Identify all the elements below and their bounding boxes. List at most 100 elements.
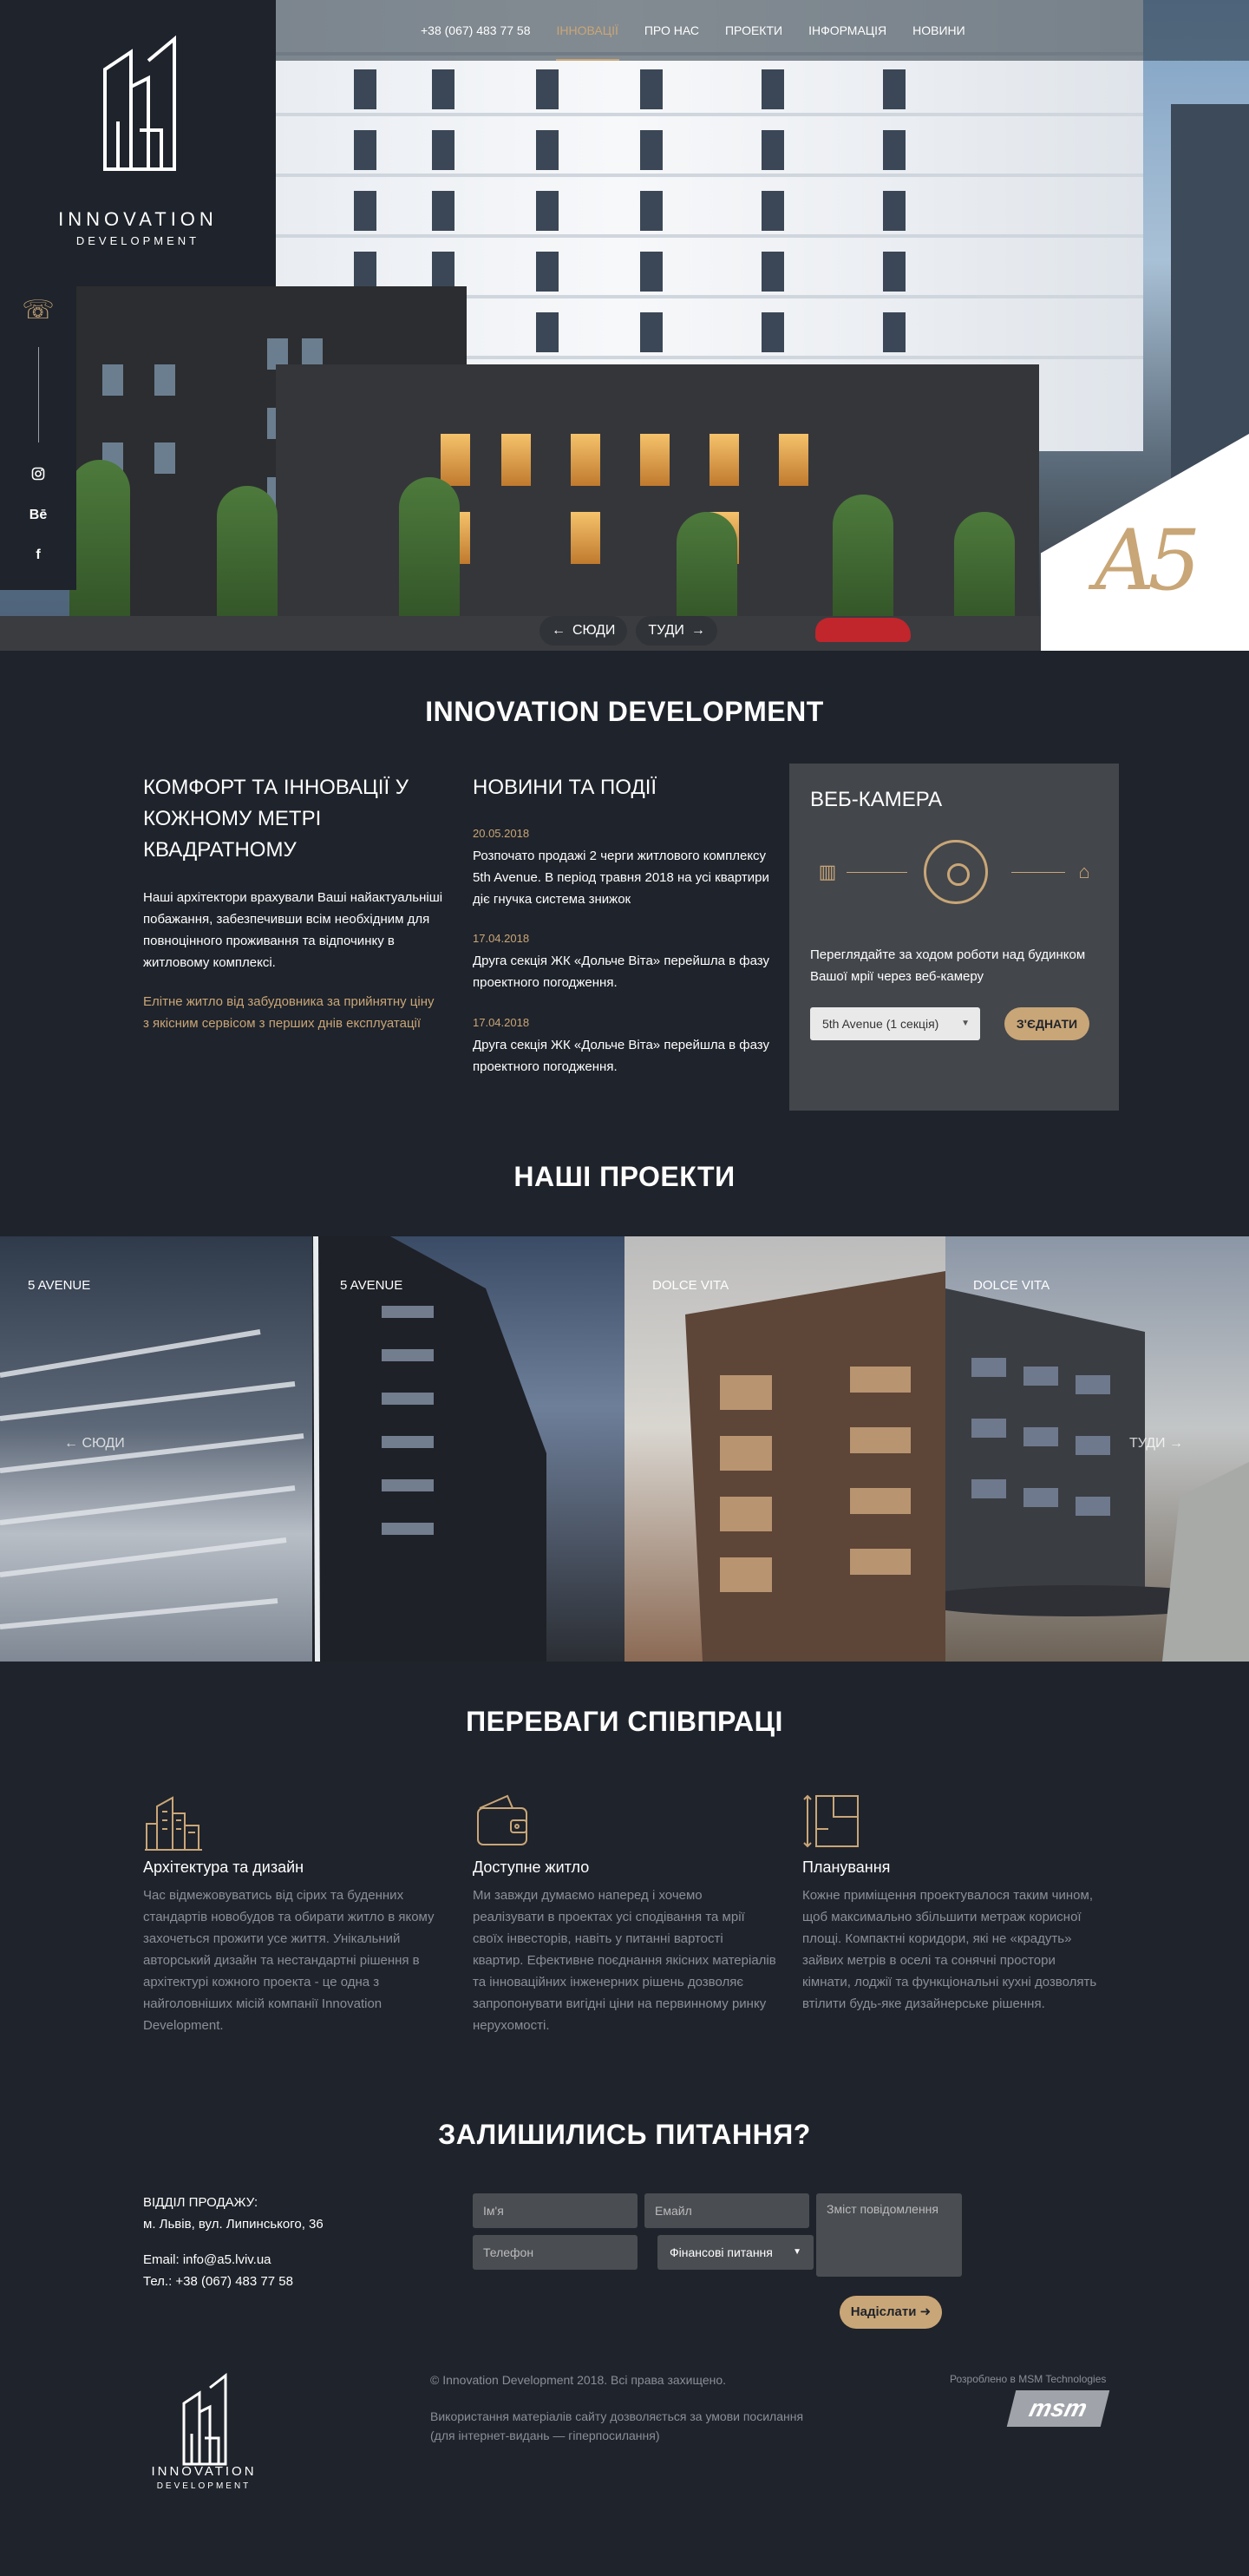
name-input[interactable]: Ім'я bbox=[473, 2193, 638, 2228]
side-rail: ☏ Bē f bbox=[0, 286, 76, 590]
send-button[interactable]: Надіслати ➜ bbox=[840, 2296, 942, 2329]
send-label: Надіслати bbox=[850, 2304, 917, 2319]
logo-name: INNOVATION bbox=[58, 208, 218, 230]
instagram-icon[interactable] bbox=[28, 463, 49, 484]
projects-prev-label: СЮДИ bbox=[82, 1436, 125, 1451]
projects-next-label: ТУДИ bbox=[1129, 1436, 1166, 1451]
topic-select-value: Фінансові питання bbox=[670, 2245, 773, 2259]
project-card[interactable]: DOLCE VITA bbox=[945, 1236, 1249, 1662]
hero-slider-controls: ← СЮДИ ТУДИ → bbox=[539, 616, 717, 646]
project-card[interactable]: 5 AVENUE bbox=[0, 1236, 312, 1662]
webcam-text: Переглядайте за ходом роботи над будинко… bbox=[810, 947, 1086, 984]
news-date: 20.05.2018 bbox=[473, 827, 530, 840]
nav-item-innovations[interactable]: ІННОВАЦІЇ bbox=[544, 0, 631, 61]
hero-car bbox=[815, 618, 911, 642]
msm-logo[interactable]: msm bbox=[1006, 2390, 1110, 2427]
news-heading: НОВИНИ ТА ПОДІЇ bbox=[473, 776, 657, 799]
project-card[interactable]: DOLCE VITA bbox=[624, 1236, 945, 1662]
topic-select[interactable]: Фінансові питання ▼ bbox=[657, 2235, 814, 2270]
about-title: INNOVATION DEVELOPMENT bbox=[425, 696, 824, 727]
project-illustration bbox=[945, 1288, 1249, 1662]
arrow-right-icon: → bbox=[1165, 1436, 1184, 1451]
footer-logo-icon[interactable] bbox=[149, 2369, 253, 2499]
projects-gallery: 5 AVENUE 5 AVENUE DOLCE VITA DOLCE VITA … bbox=[0, 1236, 1249, 1662]
project-label: DOLCE VITA bbox=[652, 1278, 729, 1293]
footer-terms: Використання матеріалів сайту дозволяєть… bbox=[430, 2409, 804, 2442]
behance-icon[interactable]: Bē bbox=[28, 505, 49, 526]
building-small-icon: ▥ bbox=[818, 861, 837, 882]
nav-phone[interactable]: +38 (067) 483 77 58 bbox=[408, 0, 544, 61]
logo-panel[interactable]: INNOVATION DEVELOPMENT bbox=[0, 0, 276, 286]
house-small-icon: ⌂ bbox=[1078, 861, 1090, 882]
project-label: 5 AVENUE bbox=[340, 1278, 403, 1293]
phone-input[interactable]: Телефон bbox=[473, 2235, 638, 2270]
news-date: 17.04.2018 bbox=[473, 932, 530, 945]
headset-icon[interactable]: ☏ bbox=[21, 293, 56, 328]
nav-item-about[interactable]: ПРО НАС bbox=[631, 0, 712, 61]
project-illustration bbox=[312, 1236, 546, 1662]
a5-logo: A5 bbox=[1095, 512, 1200, 609]
footer-logo-name: INNOVATION bbox=[151, 2464, 257, 2479]
chevron-down-icon: ▼ bbox=[961, 1019, 970, 1028]
benefit-title: Доступне житло bbox=[473, 1858, 590, 1876]
projects-next-button[interactable]: ТУДИ → bbox=[1129, 1436, 1183, 1452]
sales-dept-label: ВІДДІЛ ПРОДАЖУ: bbox=[143, 2195, 258, 2210]
news-item[interactable]: Друга секція ЖК «Дольче Віта» перейшла в… bbox=[473, 1034, 772, 1078]
projects-title: НАШІ ПРОЕКТИ bbox=[513, 1161, 736, 1192]
webcam-line bbox=[1011, 872, 1065, 873]
about-heading: КОМФОРТ ТА ІННОВАЦІЇ У КОЖНОМУ МЕТРІ КВА… bbox=[143, 776, 409, 862]
hero-next-button[interactable]: ТУДИ → bbox=[636, 616, 717, 646]
city-icon bbox=[145, 1796, 202, 1851]
hero-next-label: ТУДИ bbox=[648, 623, 684, 638]
benefit-text: Ми завжди думаємо наперед і хочемо реалі… bbox=[473, 1888, 776, 2033]
benefit-text: Кожне приміщення проектувалося таким чин… bbox=[802, 1888, 1097, 2011]
project-illustration bbox=[0, 1329, 304, 1629]
developer-label: Розроблено в MSM Technologies bbox=[950, 2373, 1107, 2385]
arrow-left-icon: ← bbox=[64, 1436, 82, 1451]
hero-building-podium bbox=[276, 364, 1039, 651]
footer-logo-sub: DEVELOPMENT bbox=[156, 2481, 252, 2491]
main-nav: +38 (067) 483 77 58 ІННОВАЦІЇ ПРО НАС ПР… bbox=[408, 0, 978, 61]
arrow-right-icon: → bbox=[690, 623, 705, 638]
webcam-select[interactable]: 5th Avenue (1 секція) ▼ bbox=[810, 1007, 980, 1040]
news-date: 17.04.2018 bbox=[473, 1016, 530, 1029]
benefit-text: Час відмежовуватись від сірих та буденни… bbox=[143, 1888, 435, 2033]
contacts-title: ЗАЛИШИЛИСЬ ПИТАННЯ? bbox=[438, 2119, 811, 2150]
webcam-line bbox=[847, 872, 907, 873]
sales-address: м. Львів, вул. Липинського, 36 bbox=[143, 2217, 324, 2232]
webcam-panel: ВЕБ-КАМЕРА ▥ ⌂ Переглядайте за ходом роб… bbox=[789, 764, 1119, 1111]
sales-phone[interactable]: Тел.: +38 (067) 483 77 58 bbox=[143, 2271, 293, 2292]
logo-building-icon bbox=[103, 35, 176, 171]
rail-divider bbox=[38, 347, 39, 442]
benefit-title: Планування bbox=[802, 1858, 891, 1876]
news-item[interactable]: Друга секція ЖК «Дольче Віта» перейшла в… bbox=[473, 950, 772, 993]
nav-item-info[interactable]: ІНФОРМАЦІЯ bbox=[795, 0, 899, 61]
wallet-icon bbox=[477, 1794, 527, 1845]
facebook-icon[interactable]: f bbox=[28, 545, 49, 566]
logo-sub: DEVELOPMENT bbox=[75, 234, 200, 247]
project-label: DOLCE VITA bbox=[973, 1278, 1050, 1293]
benefits-title: ПЕРЕВАГИ СПІВПРАЦІ bbox=[466, 1706, 783, 1737]
nav-item-projects[interactable]: ПРОЕКТИ bbox=[712, 0, 795, 61]
nav-item-news[interactable]: НОВИНИ bbox=[899, 0, 978, 61]
projects-prev-button[interactable]: ← СЮДИ bbox=[64, 1436, 125, 1452]
email-input[interactable]: Емайл bbox=[644, 2193, 809, 2228]
about-highlight: Елітне житло від забудовника за прийнятн… bbox=[143, 994, 435, 1031]
about-text: Наші архітектори врахували Ваші найактуа… bbox=[143, 890, 443, 970]
webcam-icon bbox=[924, 840, 988, 904]
message-textarea[interactable]: Зміст повідомлення bbox=[816, 2193, 962, 2277]
arrow-left-icon: ← bbox=[552, 623, 566, 638]
news-item[interactable]: Розпочато продажі 2 черги житлового комп… bbox=[473, 845, 772, 910]
project-card[interactable]: 5 AVENUE bbox=[312, 1236, 624, 1662]
webcam-select-value: 5th Avenue (1 секція) bbox=[822, 1017, 939, 1031]
chevron-down-icon: ▼ bbox=[793, 2247, 801, 2257]
floorplan-icon bbox=[803, 1794, 859, 1848]
footer-copyright: © Innovation Development 2018. Всі права… bbox=[430, 2373, 727, 2387]
benefit-title: Архітектура та дизайн bbox=[143, 1858, 304, 1876]
webcam-title: ВЕБ-КАМЕРА bbox=[810, 788, 943, 811]
sales-email[interactable]: Email: info@a5.lviv.ua bbox=[143, 2249, 271, 2271]
hero-prev-button[interactable]: ← СЮДИ bbox=[539, 616, 628, 646]
arrow-right-icon: ➜ bbox=[919, 2304, 932, 2319]
webcam-connect-button[interactable]: З'ЄДНАТИ bbox=[1004, 1007, 1089, 1040]
project-label: 5 AVENUE bbox=[28, 1278, 91, 1293]
